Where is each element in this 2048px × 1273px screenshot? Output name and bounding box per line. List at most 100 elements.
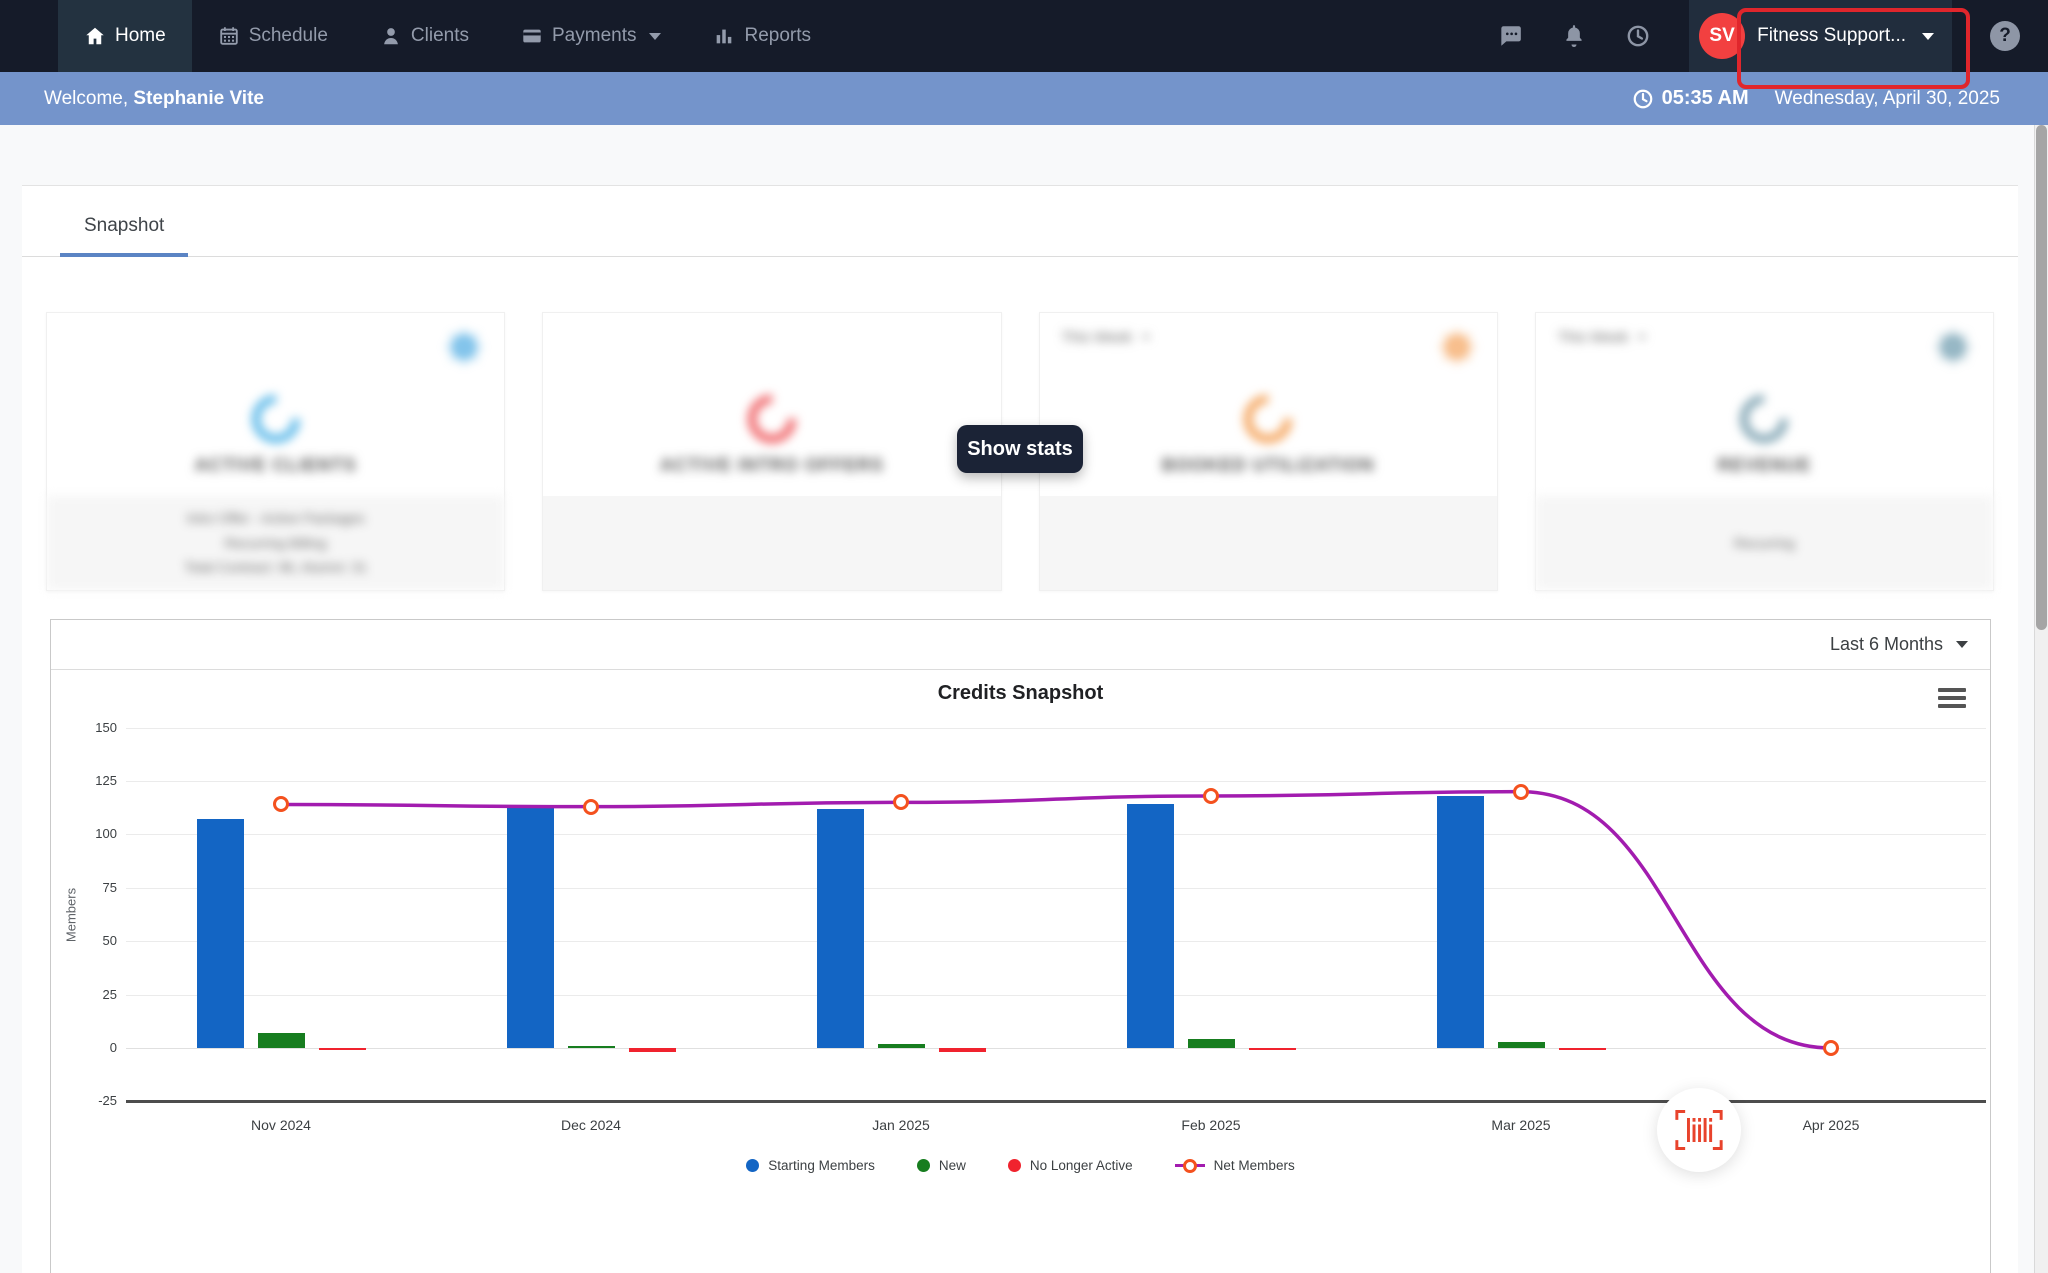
stat-card-title: ACTIVE CLIENTS [194, 455, 357, 475]
bar-no-longer-active [1559, 1048, 1606, 1051]
scrollbar[interactable] [2034, 125, 2048, 1273]
account-name: Fitness Support... [1757, 25, 1906, 46]
y-tick-label: 50 [102, 933, 117, 949]
bar-starting-members [817, 808, 864, 1048]
net-members-marker [1203, 787, 1219, 804]
bar-starting-members [1437, 795, 1484, 1048]
bar-no-longer-active [1249, 1048, 1296, 1051]
stat-card-booked-utilization: This Week BOOKED UTILIZATION [1038, 312, 1498, 591]
help-icon[interactable]: ? [1990, 21, 2020, 51]
legend-dot [1007, 1159, 1021, 1172]
bar-new [1498, 1041, 1545, 1048]
stat-card-footer: Recurring [1535, 496, 1993, 590]
gridline [126, 994, 1986, 996]
donut-spinner [1234, 385, 1303, 453]
loading-spinner-badge [1657, 1088, 1741, 1172]
bar-starting-members [197, 819, 244, 1048]
clock-icon[interactable] [1625, 23, 1651, 49]
nav-item-clients[interactable]: Clients [354, 0, 495, 72]
legend-item[interactable]: No Longer Active [1007, 1158, 1133, 1173]
scrollbar-thumb[interactable] [2036, 125, 2047, 630]
x-tick-label: Feb 2025 [1181, 1117, 1241, 1133]
net-members-marker [1823, 1040, 1839, 1056]
nav-label: Schedule [248, 25, 328, 46]
credits-snapshot-card: Last 6 Months Credits Snapshot Members 1… [50, 619, 1991, 1273]
bar-new [878, 1043, 925, 1048]
main-panel: Snapshot ACTIVE CLIENTS Intro Offer - Ac… [22, 185, 2018, 1273]
gridline [126, 1048, 1986, 1049]
bar-no-longer-active [629, 1048, 676, 1053]
legend-item[interactable]: New [916, 1158, 966, 1173]
bar-no-longer-active [939, 1048, 986, 1053]
avatar: SV [1699, 13, 1746, 59]
period-selector[interactable]: This Week [1558, 329, 1647, 346]
y-tick-label: 125 [95, 773, 117, 788]
donut-spinner [737, 385, 806, 453]
gear-icon[interactable] [446, 329, 482, 365]
y-tick-label: 150 [95, 719, 117, 735]
donut-spinner [241, 385, 310, 453]
tab-snapshot[interactable]: Snapshot [60, 215, 189, 257]
top-navbar: Home Schedule Clients Payments Reports S… [0, 0, 2048, 72]
chevron-down-icon [1142, 335, 1151, 340]
x-tick-label: Dec 2024 [561, 1117, 621, 1133]
y-tick-label: 100 [95, 826, 117, 842]
bar-new [568, 1045, 615, 1048]
legend-dot [746, 1159, 760, 1172]
chevron-down-icon [1922, 32, 1934, 40]
net-members-marker [583, 798, 599, 815]
net-members-marker [273, 796, 289, 813]
legend-dot [916, 1159, 930, 1172]
nav-item-payments[interactable]: Payments [495, 0, 687, 72]
stat-card-title: ACTIVE INTRO OFFERS [659, 455, 884, 475]
bar-new [1188, 1039, 1235, 1048]
gridline [126, 941, 1986, 943]
x-tick-label: Nov 2024 [251, 1117, 311, 1133]
x-tick-label: Jan 2025 [872, 1117, 930, 1133]
current-time: 05:35 AM [1632, 87, 1749, 110]
chevron-down-icon [1638, 335, 1647, 340]
gear-icon[interactable] [1935, 329, 1971, 365]
nav-item-schedule[interactable]: Schedule [192, 0, 354, 72]
gridline [126, 727, 1986, 729]
stat-card-revenue: This Week REVENUE Recurring [1534, 312, 1994, 591]
x-tick-label: Apr 2025 [1802, 1117, 1860, 1133]
legend-item[interactable]: Net Members [1174, 1158, 1295, 1173]
primary-nav: Home Schedule Clients Payments Reports [0, 0, 837, 72]
y-tick-label: 25 [102, 986, 117, 1002]
legend-item[interactable]: Starting Members [746, 1158, 875, 1173]
home-icon [84, 25, 106, 47]
stat-card-title: REVENUE [1717, 455, 1812, 475]
nav-item-reports[interactable]: Reports [687, 0, 837, 72]
stat-card-footer: Intro Offer - Active Packages Recurring … [47, 496, 505, 590]
welcome-bar: Welcome, Stephanie Vite 05:35 AM Wednesd… [0, 72, 2048, 125]
donut-spinner [1730, 385, 1799, 453]
bar-starting-members [1127, 804, 1174, 1048]
nav-item-home[interactable]: Home [58, 0, 192, 72]
bell-icon[interactable] [1561, 23, 1587, 49]
user-name: Stephanie Vite [133, 87, 264, 109]
bar-no-longer-active [319, 1048, 366, 1051]
gear-icon[interactable] [1439, 329, 1475, 365]
chevron-down-icon [649, 32, 662, 40]
stat-card-active-intro-offers: ACTIVE INTRO OFFERS [542, 312, 1002, 591]
nav-label: Reports [744, 25, 812, 46]
show-stats-button[interactable]: Show stats [957, 425, 1083, 473]
net-members-marker [893, 794, 909, 811]
period-selector[interactable]: This Week [1062, 329, 1151, 346]
calendar-icon [218, 25, 240, 47]
y-tick-label: -25 [98, 1093, 117, 1109]
stat-card-title: BOOKED UTILIZATION [1161, 455, 1375, 475]
clock-icon [1633, 89, 1652, 108]
barcode-logo-icon [1675, 1110, 1723, 1150]
nav-label: Home [115, 25, 166, 46]
x-tick-label: Mar 2025 [1491, 1117, 1551, 1133]
tabs-row: Snapshot [22, 186, 2018, 257]
nav-label: Clients [410, 25, 469, 46]
gridline [126, 834, 1986, 836]
account-menu[interactable]: SV Fitness Support... [1689, 0, 1952, 72]
chat-icon[interactable] [1497, 23, 1523, 49]
credit-card-icon [521, 25, 543, 47]
y-tick-label: 75 [102, 879, 117, 895]
bar-new [258, 1033, 305, 1048]
